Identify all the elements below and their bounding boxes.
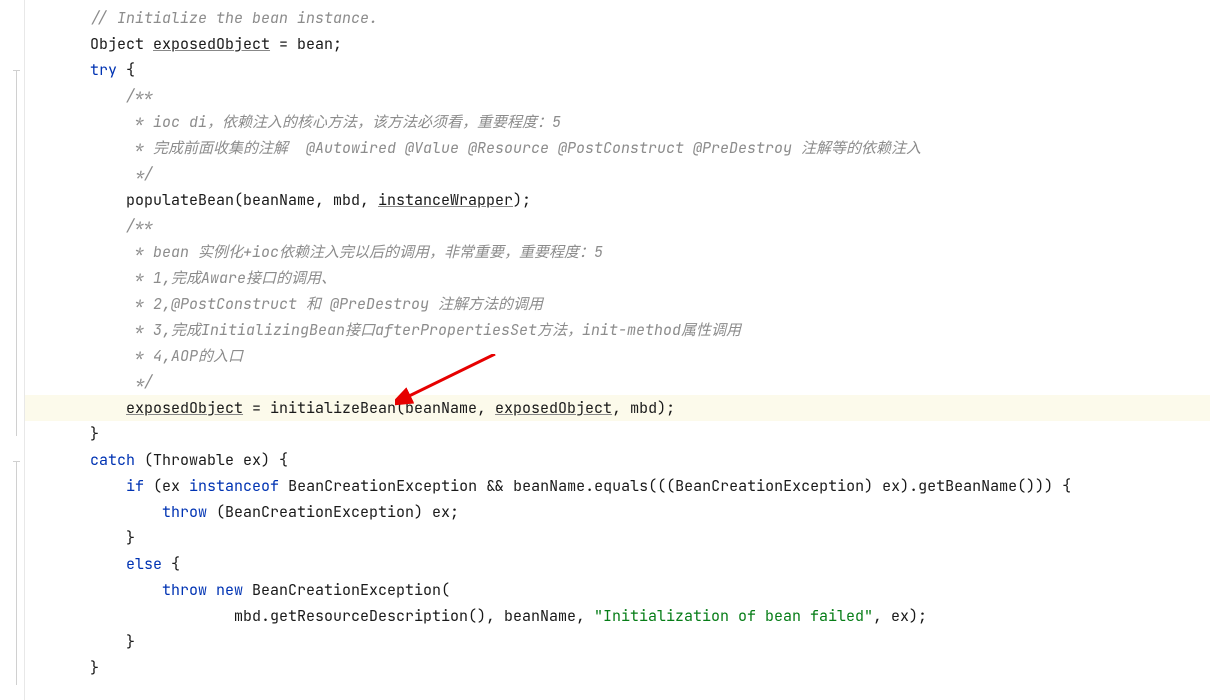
code-line: } (90, 655, 1210, 681)
token: = initializeBean(beanName, (243, 398, 495, 418)
token: (Throwable ex) { (135, 450, 288, 470)
code-line: * 1,完成Aware接口的调用、 (90, 265, 1210, 291)
fold-guide (16, 70, 24, 436)
token-keyword: catch (90, 450, 135, 470)
code-line: * bean 实例化+ioc依赖注入完以后的调用，非常重要，重要程度：5 (90, 239, 1210, 265)
code-line: } (90, 629, 1210, 655)
token: , mbd); (612, 398, 675, 418)
token-keyword: try (90, 60, 117, 80)
token-keyword: if (126, 476, 144, 496)
code-line: Object exposedObject = bean; (90, 31, 1210, 57)
token: mbd.getResourceDescription(), beanName, (234, 606, 594, 626)
code-line: mbd.getResourceDescription(), beanName, … (90, 603, 1210, 629)
token: { (162, 554, 180, 574)
code-line: throw (BeanCreationException) ex; (90, 499, 1210, 525)
code-editor: // Initialize the bean instance. Object … (0, 0, 1210, 700)
token: Object (90, 34, 153, 54)
token: (BeanCreationException) ex; (207, 502, 459, 522)
code-line: } (90, 421, 1210, 447)
code-line: */ (90, 369, 1210, 395)
token: (ex (144, 476, 189, 496)
token: populateBean(beanName, mbd, (126, 190, 378, 210)
code-line: else { (90, 551, 1210, 577)
code-area[interactable]: // Initialize the bean instance. Object … (0, 0, 1210, 681)
comment: * 完成前面收集的注解 @Autowired @Value @Resource … (126, 138, 921, 158)
code-line: throw new BeanCreationException( (90, 577, 1210, 603)
token-variable: exposedObject (153, 34, 270, 54)
code-line: try { (90, 57, 1210, 83)
token: = bean; (270, 34, 342, 54)
token-variable: instanceWrapper (378, 190, 513, 210)
token: } (90, 658, 99, 678)
code-line: } (90, 525, 1210, 551)
comment: * 3,完成InitializingBean接口afterPropertiesS… (126, 320, 741, 340)
code-line: // Initialize the bean instance. (90, 5, 1210, 31)
token-string: "Initialization of bean failed" (594, 606, 873, 626)
code-line-highlighted: exposedObject = initializeBean(beanName,… (0, 395, 1210, 421)
token-keyword: else (126, 554, 162, 574)
token-keyword: throw (162, 502, 207, 522)
token: } (126, 632, 135, 652)
comment: // Initialize the bean instance. (90, 8, 378, 28)
code-line: * ioc di，依赖注入的核心方法，该方法必须看，重要程度：5 (90, 109, 1210, 135)
code-line: /** (90, 83, 1210, 109)
token: BeanCreationException && beanName.equals… (279, 476, 1071, 496)
comment: * 2,@PostConstruct 和 @PreDestroy 注解方法的调用 (126, 294, 543, 314)
comment: */ (126, 372, 153, 392)
token: BeanCreationException( (243, 580, 450, 600)
comment: /** (126, 86, 153, 106)
gutter (0, 0, 25, 700)
code-line: populateBean(beanName, mbd, instanceWrap… (90, 187, 1210, 213)
comment: * bean 实例化+ioc依赖注入完以后的调用，非常重要，重要程度：5 (126, 242, 603, 262)
token: , ex); (873, 606, 927, 626)
comment: /** (126, 216, 153, 236)
code-line: catch (Throwable ex) { (90, 447, 1210, 473)
fold-guide (16, 461, 24, 685)
token-variable: exposedObject (126, 398, 243, 418)
code-line: /** (90, 213, 1210, 239)
code-line: * 4,AOP的入口 (90, 343, 1210, 369)
code-line: if (ex instanceof BeanCreationException … (90, 473, 1210, 499)
token-keyword: instanceof (189, 476, 279, 496)
comment: */ (126, 164, 153, 184)
code-line: * 2,@PostConstruct 和 @PreDestroy 注解方法的调用 (90, 291, 1210, 317)
code-line: */ (90, 161, 1210, 187)
token: { (117, 60, 135, 80)
code-line: * 3,完成InitializingBean接口afterPropertiesS… (90, 317, 1210, 343)
code-line: * 完成前面收集的注解 @Autowired @Value @Resource … (90, 135, 1210, 161)
token-variable: exposedObject (495, 398, 612, 418)
comment: * 1,完成Aware接口的调用、 (126, 268, 336, 288)
comment: * 4,AOP的入口 (126, 346, 243, 366)
token: } (126, 528, 135, 548)
token: } (90, 424, 99, 444)
token-keyword: throw new (162, 580, 243, 600)
token: ); (513, 190, 531, 210)
comment: * ioc di，依赖注入的核心方法，该方法必须看，重要程度：5 (126, 112, 561, 132)
